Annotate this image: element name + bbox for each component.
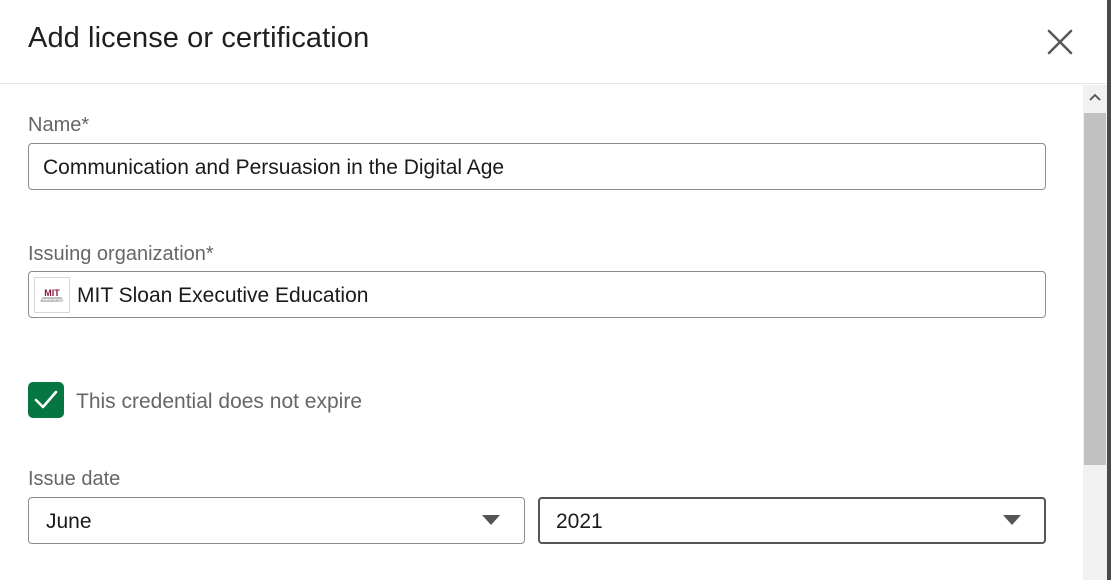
- name-input[interactable]: Communication and Persuasion in the Digi…: [28, 143, 1046, 190]
- issuing-organization-input[interactable]: MIT MANAGEMENT MIT Sloan Executive Educa…: [28, 271, 1046, 318]
- dialog-header: Add license or certification: [0, 0, 1107, 84]
- organization-logo: MIT MANAGEMENT: [34, 277, 70, 313]
- chevron-down-icon: [482, 515, 500, 525]
- issuing-organization-label: Issuing organization*: [28, 243, 214, 265]
- dialog-scrollbar[interactable]: [1083, 85, 1107, 580]
- issue-month-select[interactable]: June: [28, 497, 525, 544]
- issue-year-value: 2021: [556, 510, 603, 533]
- add-license-dialog: Add license or certification Name* Commu…: [0, 0, 1107, 580]
- close-icon: [1047, 29, 1073, 55]
- issue-date-label: Issue date: [28, 468, 121, 490]
- name-input-value: Communication and Persuasion in the Digi…: [43, 156, 505, 179]
- name-label: Name*: [28, 114, 90, 136]
- window-edge: [1107, 0, 1111, 580]
- svg-text:MANAGEMENT: MANAGEMENT: [41, 299, 64, 303]
- no-expire-label: This credential does not expire: [76, 390, 362, 413]
- issuing-organization-value: MIT Sloan Executive Education: [77, 284, 369, 307]
- chevron-down-icon: [1003, 515, 1021, 525]
- issue-month-value: June: [46, 510, 92, 533]
- scrollbar-thumb[interactable]: [1084, 113, 1106, 465]
- checkmark-icon: [34, 390, 58, 409]
- close-button[interactable]: [1040, 22, 1080, 62]
- no-expire-checkbox[interactable]: [28, 382, 64, 418]
- svg-text:MIT: MIT: [44, 288, 60, 298]
- scroll-up-arrow-icon[interactable]: [1088, 91, 1102, 105]
- issue-year-select[interactable]: 2021: [538, 497, 1046, 544]
- dialog-title: Add license or certification: [28, 22, 370, 54]
